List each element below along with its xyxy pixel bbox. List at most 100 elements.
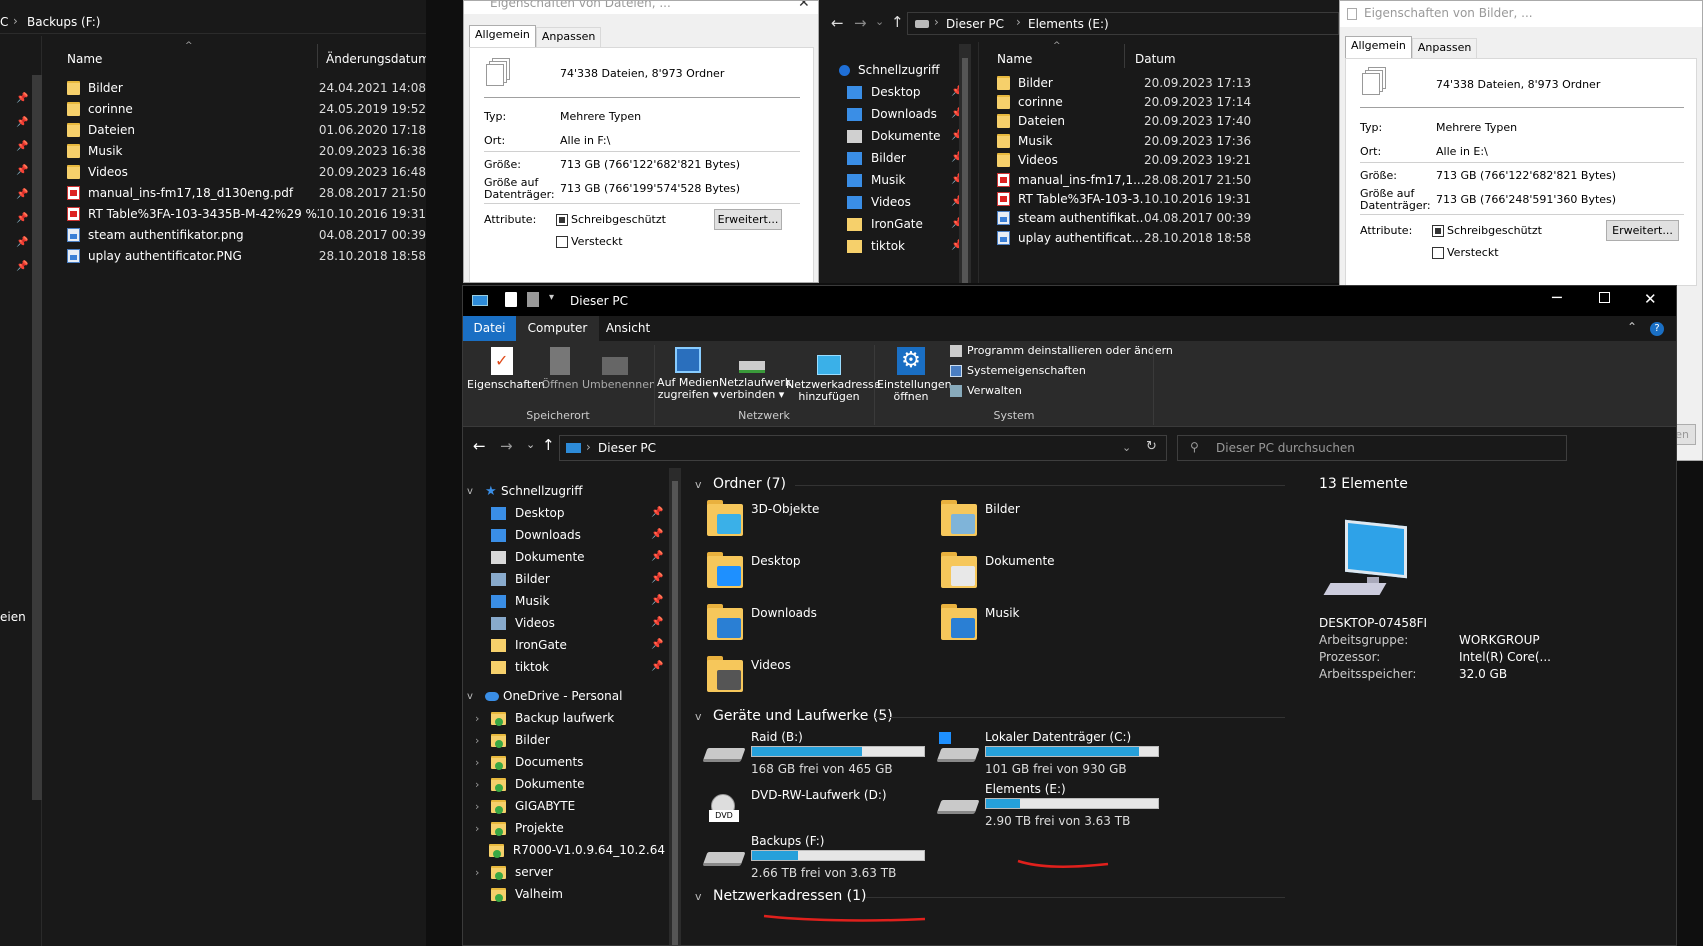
- nav-item[interactable]: Valheim: [475, 883, 665, 905]
- address-dropdown-icon[interactable]: ⌄: [1122, 441, 1131, 454]
- back-arrow-icon[interactable]: ←: [831, 14, 844, 32]
- nav-item[interactable]: IronGate 📌: [491, 634, 663, 656]
- nav-item[interactable]: tiktok 📌: [847, 235, 963, 257]
- file-row[interactable]: Videos 20.09.2023 19:21: [997, 150, 1337, 171]
- properties-button[interactable]: ✓ Eigenschaften: [467, 347, 545, 391]
- refresh-icon[interactable]: ↻: [1146, 439, 1157, 454]
- nav-item[interactable]: Videos 📌: [847, 191, 963, 213]
- file-row[interactable]: Dateien 01.06.2020 17:18: [67, 119, 426, 140]
- ribbon-collapse-icon[interactable]: ⌃: [1627, 320, 1637, 334]
- rename-button[interactable]: Umbenennen: [582, 347, 656, 391]
- drive-tile[interactable]: Raid (B:) 168 GB frei von 465 GB: [702, 730, 935, 778]
- address-bar[interactable]: C › Backups (F:): [0, 12, 426, 34]
- breadcrumb-elements[interactable]: Elements (E:): [1028, 17, 1109, 31]
- up-arrow-icon[interactable]: ↑: [542, 436, 555, 454]
- address-bar[interactable]: › Dieser PC ⌄ ↻: [559, 435, 1167, 461]
- advanced-button[interactable]: Erweitert...: [1606, 220, 1679, 241]
- column-header-date[interactable]: Datum: [1127, 44, 1247, 68]
- nav-item[interactable]: › server: [475, 861, 665, 883]
- minimize-icon[interactable]: ─: [1552, 288, 1562, 307]
- nav-item[interactable]: › GIGABYTE: [475, 795, 665, 817]
- file-row[interactable]: Bilder 24.04.2021 14:08: [67, 77, 426, 98]
- file-row[interactable]: steam authentifikator.png 04.08.2017 00:3…: [67, 224, 426, 245]
- file-row[interactable]: corinne 20.09.2023 17:14: [997, 91, 1337, 112]
- nav-item[interactable]: Bilder 📌: [491, 568, 663, 590]
- folder-tile[interactable]: Bilder: [941, 498, 1161, 544]
- open-button[interactable]: Öffnen: [539, 347, 581, 391]
- manage-button[interactable]: Verwalten: [950, 384, 1022, 397]
- file-row[interactable]: Bilder 20.09.2023 17:13: [997, 72, 1337, 93]
- recent-chevron-icon[interactable]: ⌄: [875, 15, 884, 28]
- file-row[interactable]: steam authentifikat... 04.08.2017 00:39: [997, 208, 1337, 229]
- maximize-icon[interactable]: [1599, 292, 1610, 303]
- nav-item[interactable]: Bilder 📌: [847, 147, 963, 169]
- tab-general[interactable]: Allgemein: [469, 25, 536, 47]
- folder-tile[interactable]: Desktop: [707, 550, 927, 596]
- uninstall-program-button[interactable]: Programm deinstallieren oder ändern: [950, 344, 1173, 357]
- nav-item[interactable]: Desktop 📌: [847, 81, 963, 103]
- nav-item[interactable]: Downloads 📌: [847, 103, 963, 125]
- nav-item[interactable]: Dokumente 📌: [847, 125, 963, 147]
- column-header-name[interactable]: ^ Name: [981, 41, 1125, 68]
- readonly-checkbox[interactable]: Schreibgeschützt: [1432, 224, 1542, 237]
- tab-customize[interactable]: Anpassen: [535, 27, 602, 47]
- nav-item[interactable]: R7000-V1.0.9.64_10.2.64: [475, 839, 665, 861]
- section-drives[interactable]: v Geräte und Laufwerke (5): [695, 708, 893, 724]
- add-network-location-button[interactable]: Netzwerkadresse hinzufügen: [786, 347, 881, 403]
- folder-tile[interactable]: Downloads: [707, 602, 927, 648]
- file-row[interactable]: corinne 24.05.2019 19:52: [67, 98, 426, 119]
- tab-computer[interactable]: Computer: [516, 316, 599, 341]
- column-header-date[interactable]: Änderungsdatum: [320, 44, 426, 68]
- column-header-name[interactable]: ^ Name: [42, 41, 318, 68]
- access-media-button[interactable]: Auf Medien zugreifen ▾: [657, 347, 719, 401]
- hidden-checkbox[interactable]: Versteckt: [556, 235, 623, 248]
- file-row[interactable]: Musik 20.09.2023 17:36: [997, 130, 1337, 151]
- folder-tile[interactable]: 3D-Objekte: [707, 498, 927, 544]
- breadcrumb-this-pc[interactable]: Dieser PC: [946, 17, 1004, 31]
- nav-quick-access[interactable]: Schnellzugriff: [839, 59, 949, 81]
- file-row[interactable]: uplay authentificator.PNG 28.10.2018 18:5…: [67, 245, 426, 266]
- section-folders[interactable]: v Ordner (7): [695, 476, 786, 492]
- file-row[interactable]: Dateien 20.09.2023 17:40: [997, 111, 1337, 132]
- tab-view[interactable]: Ansicht: [599, 316, 657, 341]
- file-row[interactable]: uplay authentificat... 28.10.2018 18:58: [997, 227, 1337, 248]
- folder-tile[interactable]: Musik: [941, 602, 1161, 648]
- nav-item[interactable]: › Backup laufwerk: [475, 707, 665, 729]
- nav-item[interactable]: Desktop 📌: [491, 502, 663, 524]
- drive-tile[interactable]: Elements (E:) 2.90 TB frei von 3.63 TB: [936, 782, 1169, 830]
- hidden-checkbox[interactable]: Versteckt: [1432, 246, 1499, 259]
- tab-file[interactable]: Datei: [463, 316, 516, 341]
- readonly-checkbox[interactable]: Schreibgeschützt: [556, 213, 666, 226]
- map-network-drive-button[interactable]: Netzlaufwerk verbinden ▾: [719, 347, 791, 401]
- drive-tile[interactable]: Lokaler Datenträger (C:) 101 GB frei von …: [936, 730, 1169, 778]
- nav-item[interactable]: Videos 📌: [491, 612, 663, 634]
- nav-item[interactable]: Musik 📌: [491, 590, 663, 612]
- section-network[interactable]: v Netzwerkadressen (1): [695, 888, 867, 904]
- nav-item[interactable]: Downloads 📌: [491, 524, 663, 546]
- search-box[interactable]: ⚲ Dieser PC durchsuchen: [1177, 435, 1567, 461]
- nav-quick-access[interactable]: v ★ Schnellzugriff: [467, 480, 667, 502]
- nav-item[interactable]: IronGate 📌: [847, 213, 963, 235]
- qat-dropdown-icon[interactable]: ▾: [549, 292, 554, 303]
- file-row[interactable]: Musik 20.09.2023 16:38: [67, 140, 426, 161]
- nav-item[interactable]: Dokumente 📌: [491, 546, 663, 568]
- tab-general[interactable]: Allgemein: [1345, 36, 1412, 58]
- new-folder-qat-icon[interactable]: [527, 292, 539, 307]
- forward-arrow-icon[interactable]: →: [500, 437, 513, 455]
- recent-chevron-icon[interactable]: ⌄: [526, 438, 535, 451]
- nav-item[interactable]: tiktok 📌: [491, 656, 663, 678]
- address-bar[interactable]: › Dieser PC › Elements (E:): [907, 12, 1339, 35]
- file-row[interactable]: manual_ins-fm17,18_d130eng.pdf 28.08.2017…: [67, 182, 426, 203]
- nav-scrollbar[interactable]: [32, 75, 42, 800]
- open-settings-button[interactable]: ⚙ Einstellungen öffnen: [877, 347, 952, 403]
- nav-onedrive[interactable]: v OneDrive - Personal: [467, 685, 667, 707]
- advanced-button[interactable]: Erweitert...: [714, 209, 782, 230]
- file-row[interactable]: manual_ins-fm17,1... 28.08.2017 21:50: [997, 169, 1337, 190]
- folder-tile[interactable]: Videos: [707, 654, 927, 700]
- file-row[interactable]: RT Table%3FA-103-3435B-M-42%29 %28-...10…: [67, 203, 426, 224]
- drive-tile[interactable]: Backups (F:) 2.66 TB frei von 3.63 TB: [702, 834, 935, 882]
- back-arrow-icon[interactable]: ←: [473, 437, 486, 455]
- drive-tile[interactable]: DVD DVD-RW-Laufwerk (D:): [705, 788, 935, 836]
- nav-scrollbar-thumb[interactable]: [672, 481, 678, 945]
- system-properties-button[interactable]: Systemeigenschaften: [950, 364, 1086, 377]
